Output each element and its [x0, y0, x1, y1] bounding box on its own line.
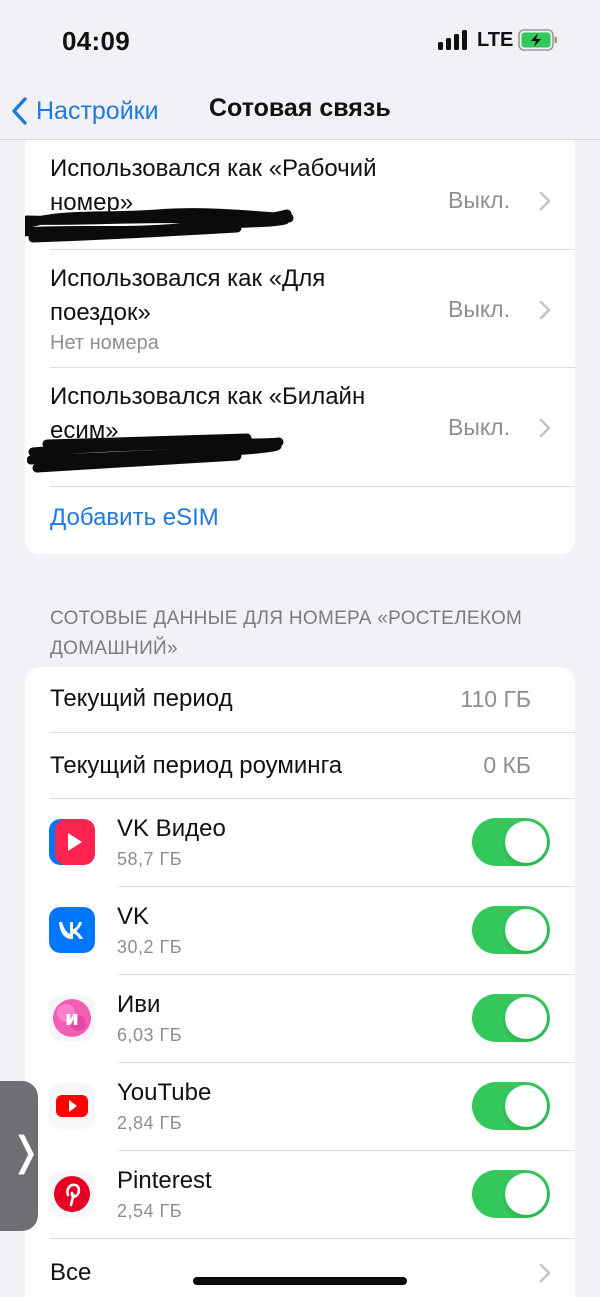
app-usage: 6,03 ГБ	[117, 1025, 183, 1045]
home-indicator[interactable]	[193, 1277, 407, 1285]
line-row-beeline[interactable]: Использовался как «Билайн есим» Выкл.	[25, 368, 575, 487]
line-label-part: Использовался как «Билайн	[50, 383, 366, 410]
app-data-toggle[interactable]	[472, 994, 550, 1042]
app-usage: 2,54 ГБ	[117, 1201, 183, 1221]
page-title: Сотовая связь	[209, 94, 391, 122]
cellular-signal-icon	[438, 30, 470, 50]
navigation-bar: Настройки Сотовая связь	[0, 82, 600, 140]
app-data-toggle[interactable]	[472, 1170, 550, 1218]
app-usage: 58,7 ГБ	[117, 849, 183, 869]
content-scroll[interactable]: Использовался как «Рабочий номер» Выкл. …	[0, 140, 600, 1297]
app-row-vk-video: VK Видео 58,7 ГБ	[25, 799, 575, 887]
back-button-label: Настройки	[36, 96, 159, 125]
battery-charging-icon	[518, 29, 557, 51]
app-data-toggle[interactable]	[472, 906, 550, 954]
chevron-right-icon	[539, 300, 551, 320]
redaction-scribble	[27, 433, 284, 473]
add-esim-button[interactable]: Добавить eSIM	[50, 504, 219, 532]
line-label-part: поездок»	[50, 299, 151, 326]
section-header-line: ДОМАШНИЙ»	[50, 638, 178, 659]
vk-icon	[49, 907, 95, 953]
status-bar: 04:09 LTE	[0, 0, 600, 82]
app-name: VK	[117, 903, 150, 930]
chevron-left-icon	[12, 97, 27, 125]
chevron-right-icon	[539, 1263, 551, 1283]
roaming-period-row: Текущий период роуминга 0 КБ	[25, 733, 575, 799]
network-type: LTE	[477, 29, 514, 51]
status-time: 04:09	[62, 26, 130, 56]
app-row-vk: VK 30,2 ГБ	[25, 887, 575, 975]
current-period-label: Текущий период	[50, 685, 233, 712]
lines-card: Использовался как «Рабочий номер» Выкл. …	[25, 140, 575, 554]
app-usage: 30,2 ГБ	[117, 937, 183, 957]
app-data-toggle[interactable]	[472, 818, 550, 866]
current-period-row: Текущий период 110 ГБ	[25, 667, 575, 733]
section-header: СОТОВЫЕ ДАННЫЕ ДЛЯ НОМЕРА «РОСТЕЛЕКОМ ДО…	[50, 604, 560, 664]
app-data-toggle[interactable]	[472, 1082, 550, 1130]
cellular-data-card: Текущий период 110 ГБ Текущий период роу…	[25, 667, 575, 1297]
line-row-travel[interactable]: Использовался как «Для поездок» Нет номе…	[25, 250, 575, 368]
all-apps-row[interactable]: Все	[25, 1239, 575, 1297]
toggle-knob	[505, 997, 547, 1039]
roaming-period-value: 0 КБ	[483, 752, 531, 778]
app-row-pinterest: Pinterest 2,54 ГБ	[25, 1151, 575, 1239]
app-row-youtube: YouTube 2,84 ГБ	[25, 1063, 575, 1151]
redaction-scribble	[25, 208, 294, 243]
app-name: Pinterest	[117, 1167, 212, 1194]
app-name: VK Видео	[117, 815, 226, 842]
roaming-period-label: Текущий период роуминга	[50, 752, 343, 779]
line-number-status: Нет номера	[50, 332, 159, 354]
svg-text:и: и	[65, 1006, 79, 1030]
app-usage: 2,84 ГБ	[117, 1113, 183, 1133]
vk-video-icon	[49, 819, 95, 865]
ivi-icon: и	[49, 995, 95, 1041]
line-label-part: Использовался как «Рабочий	[50, 155, 377, 182]
all-apps-label: Все	[50, 1259, 92, 1286]
line-label: Использовался как «Для поездок»	[50, 262, 325, 330]
line-row-work[interactable]: Использовался как «Рабочий номер» Выкл.	[25, 140, 575, 250]
back-button[interactable]: Настройки	[10, 90, 159, 132]
chevron-right-icon	[539, 418, 551, 438]
youtube-icon	[49, 1083, 95, 1129]
line-label-part: Использовался как «Для	[50, 265, 326, 292]
chevron-right-icon	[539, 191, 551, 211]
side-panel-handle[interactable]: ❭	[0, 1081, 43, 1231]
line-status: Выкл.	[447, 414, 510, 440]
line-status: Выкл.	[447, 187, 510, 213]
line-status: Выкл.	[447, 296, 510, 322]
toggle-knob	[505, 909, 547, 951]
app-name: YouTube	[117, 1079, 212, 1106]
row-divider	[50, 486, 575, 487]
toggle-knob	[505, 821, 547, 863]
chevron-right-icon: ❭	[9, 1129, 43, 1175]
app-name: Иви	[117, 991, 161, 1018]
pinterest-icon	[49, 1171, 95, 1217]
section-header-line: СОТОВЫЕ ДАННЫЕ ДЛЯ НОМЕРА «РОСТЕЛЕКОМ	[50, 608, 523, 629]
toggle-knob	[505, 1085, 547, 1127]
app-row-ivi: и Иви 6,03 ГБ	[25, 975, 575, 1063]
toggle-knob	[505, 1173, 547, 1215]
current-period-value: 110 ГБ	[460, 686, 531, 712]
